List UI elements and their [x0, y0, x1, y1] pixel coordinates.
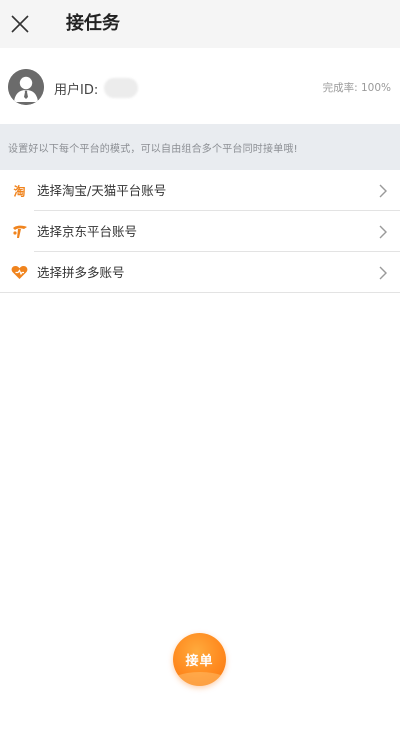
- chevron-right-icon: [379, 184, 387, 198]
- pinduoduo-icon: [11, 265, 28, 280]
- close-icon: [11, 15, 29, 33]
- platform-item-jingdong[interactable]: 选择京东平台账号: [0, 211, 400, 252]
- divider: [0, 292, 400, 293]
- platform-item-label: 选择京东平台账号: [37, 224, 138, 239]
- chevron-right-icon: [379, 266, 387, 280]
- platform-list: 淘 选择淘宝/天猫平台账号 选择京东平台账号 选择拼多多账号: [0, 170, 400, 293]
- user-avatar-icon: [8, 69, 44, 105]
- top-bar: 接任务: [0, 0, 400, 48]
- task-page: 接任务 用户ID: 完成率: 100% 设置好以下每个平台的模式，可以自由组合多…: [0, 0, 400, 737]
- user-id-value-obscured: [104, 78, 139, 98]
- platform-item-pinduoduo[interactable]: 选择拼多多账号: [0, 252, 400, 293]
- accept-order-label: 接单: [185, 654, 214, 669]
- svg-text:淘: 淘: [13, 184, 25, 199]
- user-id: 用户ID:: [54, 78, 139, 98]
- platform-item-label: 选择淘宝/天猫平台账号: [37, 183, 167, 198]
- completion-rate: 完成率: 100%: [322, 82, 391, 94]
- platform-item-label: 选择拼多多账号: [37, 265, 125, 280]
- chevron-right-icon: [379, 225, 387, 239]
- platform-item-taobao[interactable]: 淘 选择淘宝/天猫平台账号: [0, 170, 400, 211]
- accept-order-button[interactable]: 接单: [173, 633, 226, 686]
- avatar: [8, 69, 44, 105]
- taobao-icon: 淘: [11, 183, 28, 198]
- page-title: 接任务: [66, 13, 120, 34]
- user-info: 用户ID: 完成率: 100%: [0, 48, 400, 124]
- notice-banner: 设置好以下每个平台的模式，可以自由组合多个平台同时接单哦!: [0, 124, 400, 170]
- jingdong-icon: [11, 224, 28, 239]
- close-button[interactable]: [0, 0, 40, 48]
- button-wave-decoration: [173, 672, 226, 686]
- user-id-label: 用户ID:: [54, 82, 99, 98]
- notice-text: 设置好以下每个平台的模式，可以自由组合多个平台同时接单哦!: [8, 143, 298, 155]
